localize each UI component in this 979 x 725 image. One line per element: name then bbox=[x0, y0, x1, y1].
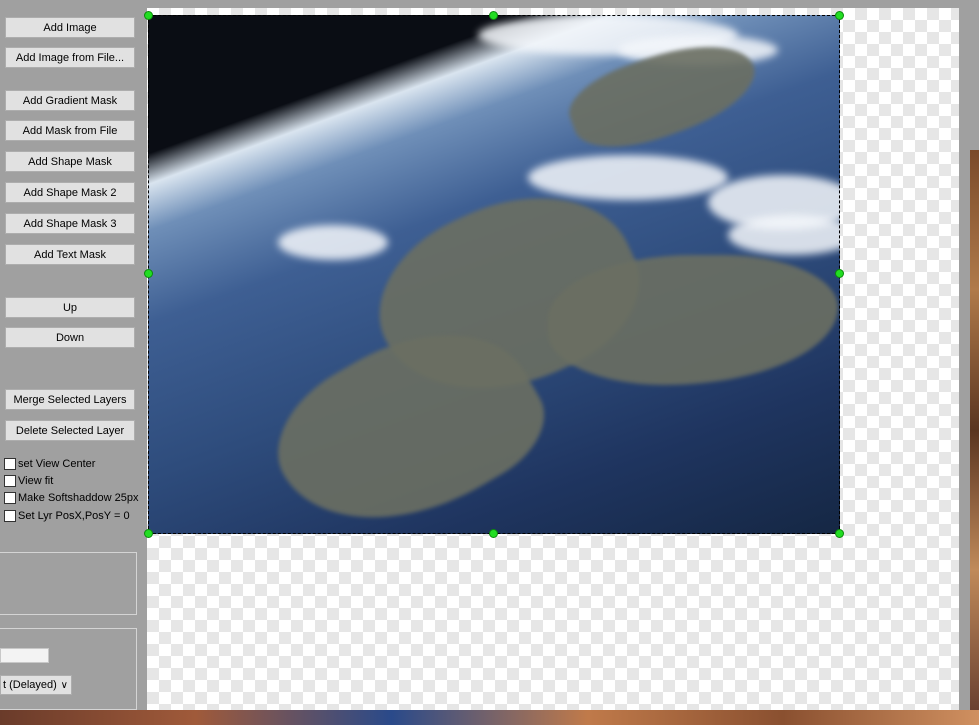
resize-handle-top-left[interactable] bbox=[144, 11, 153, 20]
delete-selected-layer-button[interactable]: Delete Selected Layer bbox=[5, 420, 135, 441]
checkbox-label: Set Lyr PosX,PosY = 0 bbox=[18, 509, 130, 522]
resize-handle-bottom-left[interactable] bbox=[144, 529, 153, 538]
view-fit-checkbox[interactable]: View fit bbox=[4, 473, 53, 488]
checkbox-label: Make Softshaddow 25px bbox=[18, 491, 139, 504]
value-text-input[interactable] bbox=[0, 648, 49, 663]
resize-handle-top[interactable] bbox=[489, 11, 498, 20]
resize-handle-bottom[interactable] bbox=[489, 529, 498, 538]
top-bar bbox=[147, 0, 979, 8]
resize-handle-left[interactable] bbox=[144, 269, 153, 278]
update-mode-select[interactable]: t (Delayed) ∨ bbox=[0, 675, 72, 695]
checkbox-box[interactable] bbox=[4, 474, 16, 487]
layer-up-button[interactable]: Up bbox=[5, 297, 135, 318]
add-gradient-mask-button[interactable]: Add Gradient Mask bbox=[5, 90, 135, 111]
cloud-shape bbox=[528, 155, 728, 200]
layer-down-button[interactable]: Down bbox=[5, 327, 135, 348]
resize-handle-top-right[interactable] bbox=[835, 11, 844, 20]
checkbox-box[interactable] bbox=[4, 457, 16, 470]
group-box-upper bbox=[0, 552, 137, 615]
cloud-shape bbox=[728, 215, 840, 255]
add-mask-from-file-button[interactable]: Add Mask from File bbox=[5, 120, 135, 141]
add-text-mask-button[interactable]: Add Text Mask bbox=[5, 244, 135, 265]
add-image-button[interactable]: Add Image bbox=[5, 17, 135, 38]
add-shape-mask-3-button[interactable]: Add Shape Mask 3 bbox=[5, 213, 135, 234]
desktop-background-edge bbox=[970, 150, 979, 710]
resize-handle-bottom-right[interactable] bbox=[835, 529, 844, 538]
merge-selected-layers-button[interactable]: Merge Selected Layers bbox=[5, 389, 135, 410]
set-layer-pos-checkbox[interactable]: Set Lyr PosX,PosY = 0 bbox=[4, 508, 130, 523]
group-box-lower bbox=[0, 628, 137, 710]
add-shape-mask-button[interactable]: Add Shape Mask bbox=[5, 151, 135, 172]
checkbox-box[interactable] bbox=[4, 509, 16, 522]
cloud-shape bbox=[278, 225, 388, 260]
checkbox-box[interactable] bbox=[4, 491, 16, 504]
resize-handle-right[interactable] bbox=[835, 269, 844, 278]
select-value: t (Delayed) bbox=[3, 679, 57, 691]
checkbox-label: set View Center bbox=[18, 457, 96, 470]
checkbox-label: View fit bbox=[18, 474, 54, 487]
make-softshadow-checkbox[interactable]: Make Softshaddow 25px bbox=[4, 490, 138, 505]
add-image-from-file-button[interactable]: Add Image from File... bbox=[5, 47, 135, 68]
landmass-shape bbox=[548, 255, 838, 385]
set-view-center-checkbox[interactable]: set View Center bbox=[4, 456, 95, 471]
image-layer-earth[interactable] bbox=[148, 15, 840, 534]
add-shape-mask-2-button[interactable]: Add Shape Mask 2 bbox=[5, 182, 135, 203]
desktop-taskbar-strip bbox=[0, 710, 979, 725]
chevron-down-icon: ∨ bbox=[60, 679, 68, 691]
